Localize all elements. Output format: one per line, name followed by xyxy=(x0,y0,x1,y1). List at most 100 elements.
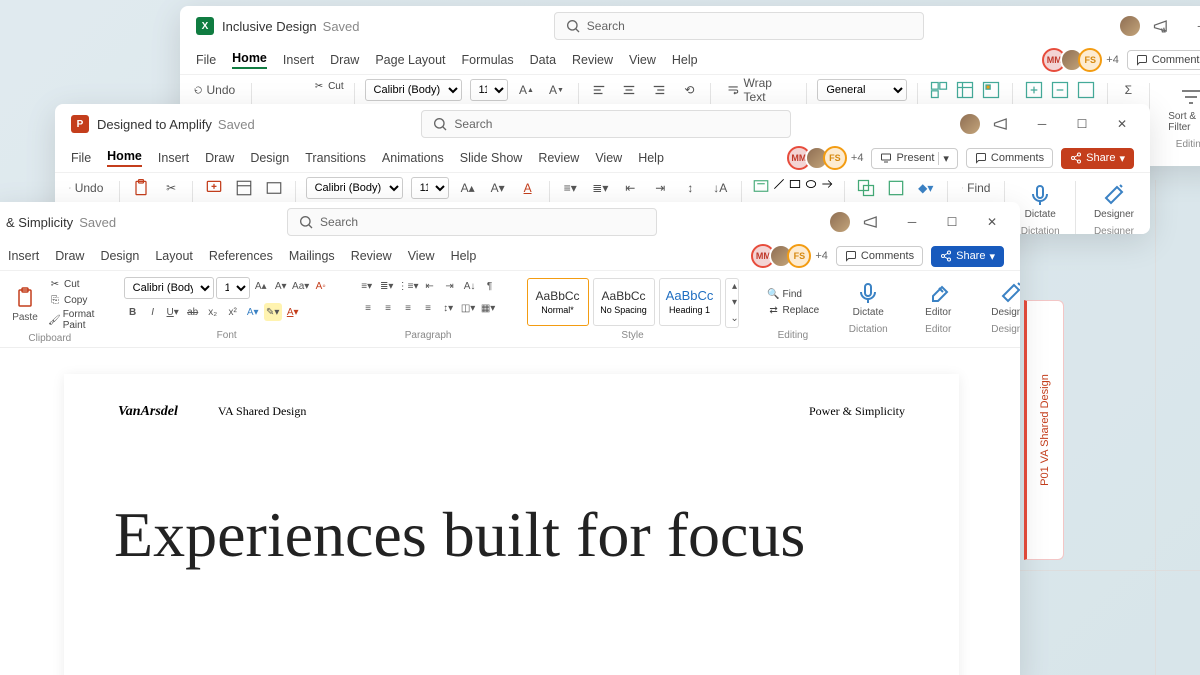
share-button[interactable]: Share ▾ xyxy=(1061,148,1134,169)
highlight-button[interactable]: ✎▾ xyxy=(264,303,282,321)
cut-button[interactable]: ✂Cut xyxy=(48,277,96,291)
editor-button[interactable]: Editor xyxy=(917,277,959,322)
maximize-button[interactable]: ☐ xyxy=(1062,108,1102,140)
new-slide-button[interactable] xyxy=(203,177,225,199)
strikethrough-button[interactable]: ab xyxy=(184,303,202,321)
numbering-button[interactable]: ≣▾ xyxy=(589,177,611,199)
sort-filter-button[interactable]: Sort & Filter xyxy=(1164,81,1200,137)
close-button[interactable]: ✕ xyxy=(1102,108,1142,140)
style-no-spacing[interactable]: AaBbCc No Spacing xyxy=(593,278,655,326)
find-button[interactable]: Find xyxy=(958,177,995,199)
conditional-format-button[interactable] xyxy=(928,79,950,101)
find-button[interactable]: 🔍Find xyxy=(767,288,820,302)
decrease-indent-button[interactable]: ⇤ xyxy=(421,277,439,295)
ppt-search[interactable]: Search xyxy=(421,110,791,138)
arrange-button[interactable] xyxy=(855,177,877,199)
tab-insert[interactable]: Insert xyxy=(158,151,189,165)
tab-references[interactable]: References xyxy=(209,249,273,263)
align-right-button[interactable] xyxy=(648,79,670,101)
excel-presence[interactable]: MM FS +4 xyxy=(1048,48,1119,72)
clear-format-button[interactable]: A◦ xyxy=(312,277,330,295)
tab-draw[interactable]: Draw xyxy=(205,151,234,165)
font-name-select[interactable]: Calibri (Body) xyxy=(365,79,462,101)
tab-page-layout[interactable]: Page Layout xyxy=(375,53,445,67)
format-table-button[interactable] xyxy=(954,79,976,101)
tab-draw[interactable]: Draw xyxy=(330,53,359,67)
font-size-select[interactable]: 11 xyxy=(470,79,508,101)
styles-scroll-down[interactable]: ▾ xyxy=(726,295,744,311)
cut-button[interactable]: ✂ xyxy=(160,177,182,199)
show-marks-button[interactable]: ¶ xyxy=(481,277,499,295)
align-left-button[interactable]: ≡ xyxy=(359,299,377,317)
user-avatar[interactable] xyxy=(958,112,982,136)
number-format-select[interactable]: General xyxy=(817,79,906,101)
styles-gallery[interactable]: AaBbCc Normal* AaBbCc No Spacing AaBbCc … xyxy=(527,278,739,328)
replace-button[interactable]: ⇄Replace xyxy=(767,304,820,318)
tab-insert[interactable]: Insert xyxy=(8,249,39,263)
bold-button[interactable]: B xyxy=(124,303,142,321)
align-center-button[interactable]: ≡ xyxy=(379,299,397,317)
megaphone-icon[interactable] xyxy=(1152,16,1172,36)
minimize-button[interactable]: ─ xyxy=(1022,108,1062,140)
justify-button[interactable]: ≡ xyxy=(419,299,437,317)
comments-button[interactable]: Comments xyxy=(1127,50,1200,70)
tab-review[interactable]: Review xyxy=(351,249,392,263)
cell-styles-button[interactable] xyxy=(980,79,1002,101)
multilevel-button[interactable]: ⋮≡▾ xyxy=(398,277,419,295)
ppt-presence[interactable]: MM FS +4 xyxy=(793,146,864,170)
decrease-font-button[interactable]: A▼ xyxy=(546,79,568,101)
decrease-indent-button[interactable]: ⇤ xyxy=(619,177,641,199)
tab-insert[interactable]: Insert xyxy=(283,53,314,67)
delete-cells-button[interactable] xyxy=(1049,79,1071,101)
tab-home[interactable]: Home xyxy=(107,149,142,167)
decrease-font-button[interactable]: A▾ xyxy=(272,277,290,295)
tab-help[interactable]: Help xyxy=(672,53,698,67)
align-center-button[interactable] xyxy=(618,79,640,101)
tab-view[interactable]: View xyxy=(629,53,656,67)
autosum-button[interactable]: Σ xyxy=(1117,79,1139,101)
italic-button[interactable]: I xyxy=(144,303,162,321)
word-presence[interactable]: MM FS +4 xyxy=(757,244,828,268)
insert-cells-button[interactable] xyxy=(1023,79,1045,101)
tab-help[interactable]: Help xyxy=(638,151,664,165)
tab-formulas[interactable]: Formulas xyxy=(462,53,514,67)
layout-button[interactable] xyxy=(233,177,255,199)
megaphone-icon[interactable] xyxy=(992,114,1012,134)
increase-font-button[interactable]: A▲ xyxy=(516,79,538,101)
tab-design[interactable]: Design xyxy=(100,249,139,263)
format-painter-button[interactable]: 🖌Format Paint xyxy=(48,309,96,331)
line-spacing-button[interactable]: ↕ xyxy=(679,177,701,199)
minimize-button[interactable]: ─ xyxy=(892,206,932,238)
style-heading-1[interactable]: AaBbCc Heading 1 xyxy=(659,278,721,326)
increase-indent-button[interactable]: ⇥ xyxy=(649,177,671,199)
excel-search[interactable]: Search xyxy=(554,12,924,40)
undo-button[interactable]: Undo xyxy=(63,177,109,199)
tab-review[interactable]: Review xyxy=(572,53,613,67)
cut-button[interactable]: ✂Cut xyxy=(312,79,344,93)
format-cells-button[interactable] xyxy=(1075,79,1097,101)
subscript-button[interactable]: x₂ xyxy=(204,303,222,321)
paste-button[interactable] xyxy=(130,177,152,199)
change-case-button[interactable]: Aa▾ xyxy=(292,277,310,295)
present-button[interactable]: Present ▾ xyxy=(871,148,957,169)
tab-review[interactable]: Review xyxy=(538,151,579,165)
increase-font-button[interactable]: A▴ xyxy=(457,177,479,199)
align-left-button[interactable] xyxy=(588,79,610,101)
quick-styles-button[interactable] xyxy=(885,177,907,199)
style-normal[interactable]: AaBbCc Normal* xyxy=(527,278,589,326)
tab-draw[interactable]: Draw xyxy=(55,249,84,263)
undo-button[interactable]: Undo xyxy=(188,79,241,101)
orientation-button[interactable]: ⟲ xyxy=(678,79,700,101)
tab-file[interactable]: File xyxy=(196,53,216,67)
slide-thumbnail-tab[interactable]: P01 VA Shared Design xyxy=(1024,300,1064,560)
tab-view[interactable]: View xyxy=(595,151,622,165)
copy-button[interactable]: ⎘Copy xyxy=(48,293,96,307)
font-name-select[interactable]: Calibri (Body) xyxy=(306,177,403,199)
styles-expand[interactable]: ⌄ xyxy=(726,311,744,327)
tab-mailings[interactable]: Mailings xyxy=(289,249,335,263)
shading-button[interactable]: ◫▾ xyxy=(459,299,477,317)
line-spacing-button[interactable]: ↕▾ xyxy=(439,299,457,317)
tab-view[interactable]: View xyxy=(408,249,435,263)
designer-button[interactable]: Designer xyxy=(987,277,1020,322)
align-right-button[interactable]: ≡ xyxy=(399,299,417,317)
